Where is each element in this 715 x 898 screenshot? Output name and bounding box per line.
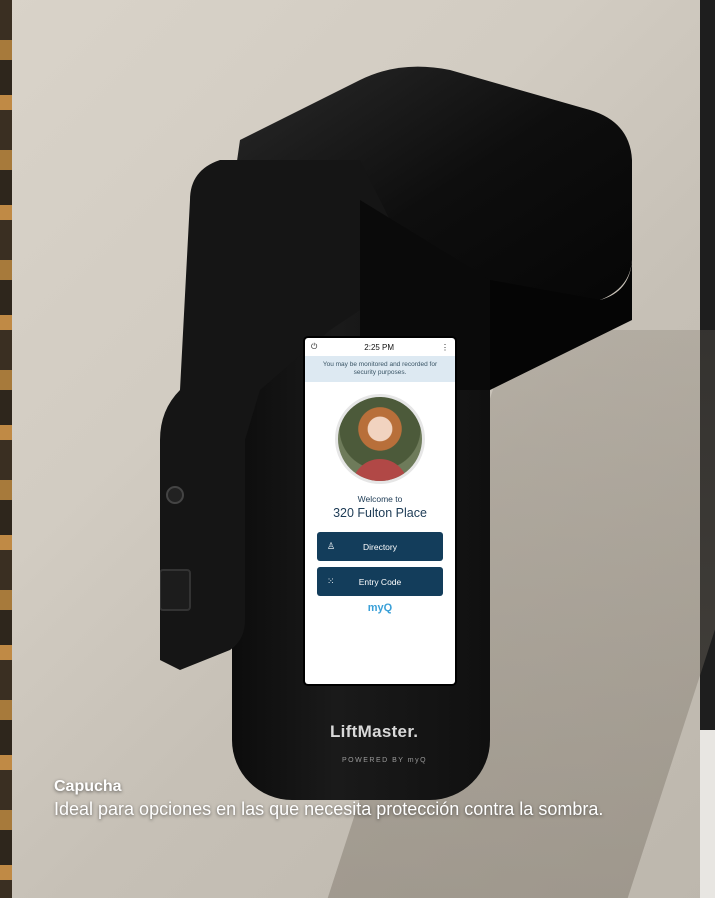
avatar — [335, 394, 425, 485]
caption-title: Capucha — [54, 778, 122, 795]
entry-code-label: Entry Code — [358, 576, 402, 587]
welcome-text: Welcome to — [357, 494, 403, 505]
keypad-icon: ⁙ — [327, 576, 335, 587]
touch-screen: ⏻ 2:25 PM ⋮ You may be monitored and rec… — [305, 338, 455, 684]
myq-logo: myQ — [367, 602, 393, 615]
recording-notice: You may be monitored and recorded for se… — [305, 356, 455, 383]
caption-description: Ideal para opciones en las que necesita … — [54, 799, 604, 819]
product-photo: ⏻ 2:25 PM ⋮ You may be monitored and rec… — [0, 0, 715, 898]
place-name: 320 Fulton Place — [333, 506, 427, 521]
left-background-strip — [0, 0, 12, 898]
directory-button[interactable]: ♙ Directory — [317, 532, 443, 562]
clock: 2:25 PM — [364, 342, 395, 352]
powered-by-text: POWERED BY myQ — [342, 757, 428, 764]
brand-logo: LiftMaster. — [330, 722, 419, 741]
person-icon: ♙ — [327, 541, 336, 552]
power-icon[interactable]: ⏻ — [311, 342, 317, 352]
more-options-icon[interactable]: ⋮ — [441, 343, 449, 352]
directory-label: Directory — [362, 541, 397, 552]
status-bar: ⏻ 2:25 PM ⋮ — [305, 338, 455, 356]
caption: Capucha Ideal para opciones en las que n… — [54, 778, 614, 821]
entry-code-button[interactable]: ⁙ Entry Code — [317, 567, 443, 597]
